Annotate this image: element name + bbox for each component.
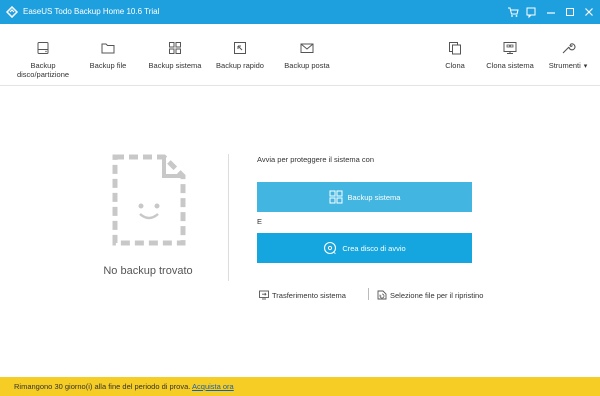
title-bar: EaseUS Todo Backup Home 10.6 Trial [0,0,600,24]
main-toolbar: Backup disco/partizione Backup file Back… [0,24,600,86]
maximize-icon[interactable] [562,4,578,20]
disk-icon [35,40,51,56]
cart-icon[interactable] [505,4,521,20]
wrench-icon [560,40,576,56]
backup-disk-partition-button[interactable]: Backup disco/partizione [14,24,72,86]
disc-icon [323,241,337,255]
empty-document-icon [112,154,186,246]
app-logo-icon [5,5,19,19]
system-clone-icon [502,40,518,56]
select-files-restore-link[interactable]: Selezione file per il ripristino [377,290,483,300]
backup-system-big-button[interactable]: Backup sistema [257,182,472,212]
clone-icon [447,40,463,56]
tools-menu-button[interactable]: Strumenti ▾ [545,24,591,86]
clone-label: Clona [445,61,465,70]
folder-icon [100,40,116,56]
chevron-down-icon: ▾ [583,63,588,70]
or-text: E [257,217,263,226]
trial-message-wrap: Rimangono 30 giorno(i) alla fine del per… [14,382,234,391]
windows-icon [167,40,183,56]
create-boot-disk-button[interactable]: Crea disco di avvio [257,233,472,263]
file-restore-icon [377,290,387,300]
mail-icon [299,40,315,56]
tools-label: Strumenti [548,61,581,70]
backup-mail-label: Backup posta [284,61,330,70]
system-transfer-link[interactable]: Trasferimento sistema [259,290,346,300]
no-backup-label: No backup trovato [103,265,193,277]
transfer-icon [259,290,269,300]
protect-title: Avvia per proteggere il sistema con [257,155,375,164]
vertical-divider [228,154,229,281]
backup-file-label: Backup file [89,61,127,70]
create-boot-disk-label: Crea disco di avvio [342,243,406,253]
trial-status-bar: Rimangono 30 giorno(i) alla fine del per… [0,377,600,396]
backup-mail-button[interactable]: Backup posta [283,24,331,86]
clone-system-label: Clona sistema [486,61,534,70]
backup-system-button[interactable]: Backup sistema [147,24,203,86]
clone-system-button[interactable]: Clona sistema [485,24,535,86]
buy-now-link[interactable]: Acquista ora [192,382,234,391]
backup-disk-label-line2: disco/partizione [16,70,70,79]
main-panel: No backup trovato Avvia per proteggere i… [0,87,600,376]
window-title: EaseUS Todo Backup Home 10.6 Trial [23,7,160,16]
clone-button[interactable]: Clona [440,24,470,86]
cursor-icon [232,40,248,56]
system-transfer-label: Trasferimento sistema [272,290,346,300]
minimize-icon[interactable] [543,4,559,20]
trial-message: Rimangono 30 giorno(i) alla fine del per… [14,382,191,391]
backup-disk-label-line1: Backup [30,61,56,70]
backup-quick-label: Backup rapido [216,61,264,70]
select-files-restore-label: Selezione file per il ripristino [390,290,484,300]
backup-quick-button[interactable]: Backup rapido [215,24,265,86]
tools-label-wrap: Strumenti ▾ [545,61,591,71]
windows-icon [329,190,343,204]
link-separator [368,288,369,300]
feedback-icon[interactable] [523,4,539,20]
backup-system-big-label: Backup sistema [347,192,401,202]
backup-system-label: Backup sistema [148,61,202,70]
close-icon[interactable] [581,4,597,20]
backup-file-button[interactable]: Backup file [86,24,130,86]
